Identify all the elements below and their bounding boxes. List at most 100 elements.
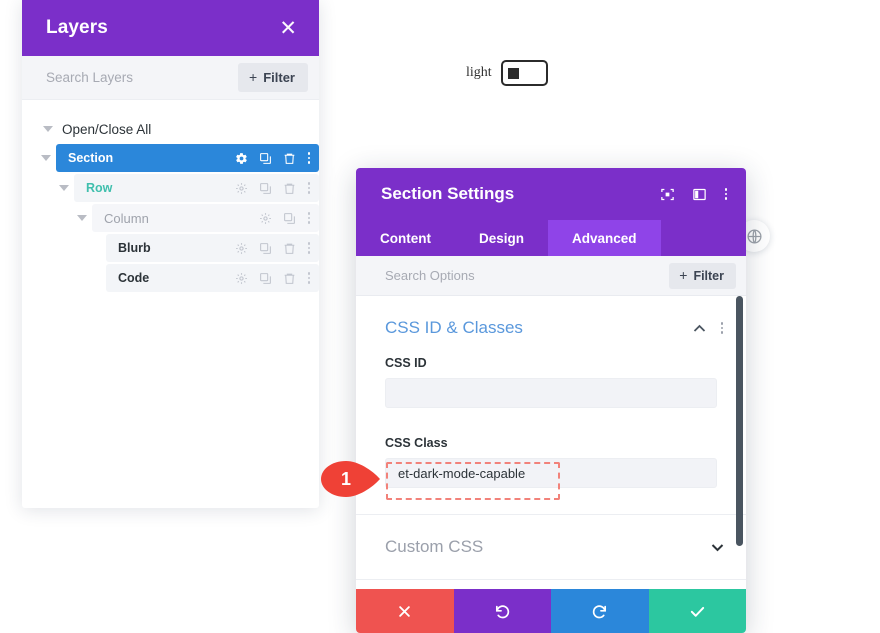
layer-node-blurb[interactable]: Blurb <box>106 234 319 262</box>
gear-icon[interactable] <box>259 212 272 225</box>
light-mode-toggle-group: light <box>466 60 548 86</box>
caret-slot <box>38 126 58 132</box>
chevron-down-icon[interactable] <box>711 543 724 552</box>
modal-body: CSS ID & Classes CSS ID CSS Class et-dar… <box>356 296 746 589</box>
modal-footer <box>356 589 746 633</box>
layers-filter-button[interactable]: + Filter <box>238 63 308 92</box>
css-class-input[interactable]: et-dark-mode-capable <box>385 458 717 488</box>
table-row[interactable]: Row <box>22 174 319 202</box>
light-toggle-label: light <box>466 65 492 80</box>
table-row[interactable]: Section <box>22 144 319 172</box>
cancel-button[interactable] <box>356 589 454 633</box>
layer-label: Row <box>86 181 113 195</box>
more-icon[interactable] <box>307 152 311 165</box>
more-icon[interactable] <box>307 272 311 285</box>
gear-icon[interactable] <box>235 152 248 165</box>
tab-advanced[interactable]: Advanced <box>548 220 661 256</box>
section-title: Custom CSS <box>385 537 484 556</box>
modal-header: Section Settings <box>356 168 746 220</box>
layer-node-code[interactable]: Code <box>106 264 319 292</box>
css-class-field-group: CSS Class et-dark-mode-capable <box>356 436 746 488</box>
layer-node-column[interactable]: Column <box>92 204 319 232</box>
more-icon[interactable] <box>307 182 311 195</box>
section-title: CSS ID & Classes <box>385 318 523 337</box>
redo-button[interactable] <box>551 589 649 633</box>
trash-icon[interactable] <box>283 152 296 165</box>
duplicate-icon[interactable] <box>259 272 272 285</box>
layer-label: Code <box>118 271 150 285</box>
chevron-down-icon[interactable] <box>59 185 69 191</box>
focus-icon[interactable] <box>660 187 675 202</box>
open-close-all-row[interactable]: Open/Close All <box>22 116 319 142</box>
light-toggle-switch[interactable] <box>500 60 548 86</box>
modal-title: Section Settings <box>381 184 515 203</box>
more-icon[interactable] <box>720 322 724 335</box>
layer-label: Column <box>104 210 149 226</box>
open-close-all-label: Open/Close All <box>62 121 152 137</box>
duplicate-icon[interactable] <box>259 182 272 195</box>
css-id-classes-header[interactable]: CSS ID & Classes <box>356 296 746 348</box>
section-settings-modal: Section Settings Content Design Advanced <box>356 168 746 633</box>
chevron-down-icon[interactable] <box>77 215 87 221</box>
chevron-up-icon[interactable] <box>693 324 706 333</box>
options-filter-button[interactable]: + Filter <box>669 262 736 289</box>
layer-node-row[interactable]: Row <box>74 174 319 202</box>
toggle-knob <box>507 67 519 79</box>
options-filter-label: Filter <box>693 268 724 283</box>
undo-button[interactable] <box>453 589 551 633</box>
section-header-tools <box>693 322 724 335</box>
caret-slot <box>36 155 56 161</box>
table-row[interactable]: Column <box>22 204 319 232</box>
layer-node-section[interactable]: Section <box>56 144 319 172</box>
caret-slot <box>72 215 92 221</box>
more-icon[interactable] <box>307 242 311 255</box>
plus-icon: + <box>249 68 258 85</box>
field-spacer <box>356 408 746 428</box>
scrollbar-thumb[interactable] <box>736 296 743 546</box>
css-class-label: CSS Class <box>385 436 448 450</box>
trash-icon[interactable] <box>283 242 296 255</box>
annotation-marker-number: 1 <box>340 468 351 489</box>
plus-icon: + <box>679 266 688 283</box>
layers-panel-header: Layers ✕ <box>22 0 319 56</box>
layers-search-bar: Search Layers + Filter <box>22 56 319 100</box>
modal-tabs: Content Design Advanced <box>356 220 746 256</box>
layer-label: Blurb <box>118 241 151 255</box>
css-id-input[interactable] <box>385 378 717 408</box>
duplicate-icon[interactable] <box>259 242 272 255</box>
annotation-marker-1: 1 <box>320 460 386 498</box>
caret-slot <box>54 185 74 191</box>
chevron-down-icon[interactable] <box>41 155 51 161</box>
close-icon[interactable]: ✕ <box>279 18 297 39</box>
tab-design[interactable]: Design <box>455 220 548 256</box>
table-row[interactable]: Code <box>22 264 319 292</box>
layer-tools <box>235 242 311 255</box>
layout-icon[interactable] <box>692 187 707 202</box>
more-icon[interactable] <box>307 212 311 225</box>
modal-header-icons <box>660 187 728 202</box>
css-id-label: CSS ID <box>385 356 427 370</box>
css-id-field-group: CSS ID <box>356 356 746 408</box>
layer-tools <box>235 272 311 285</box>
table-row[interactable]: Blurb <box>22 234 319 262</box>
custom-css-section-header[interactable]: Custom CSS <box>356 515 746 580</box>
layers-panel-title: Layers <box>46 17 108 38</box>
tab-content[interactable]: Content <box>356 220 455 256</box>
layer-tools <box>235 182 311 195</box>
layers-filter-label: Filter <box>263 70 295 85</box>
search-options-input[interactable]: Search Options <box>385 268 475 283</box>
gear-icon[interactable] <box>235 242 248 255</box>
more-icon[interactable] <box>724 188 728 201</box>
trash-icon[interactable] <box>283 182 296 195</box>
trash-icon[interactable] <box>283 272 296 285</box>
save-button[interactable] <box>648 589 746 633</box>
duplicate-icon[interactable] <box>259 152 272 165</box>
layer-tools <box>235 152 311 165</box>
gear-icon[interactable] <box>235 272 248 285</box>
chevron-down-icon[interactable] <box>43 126 53 132</box>
options-search-bar: Search Options + Filter <box>356 256 746 296</box>
layer-label: Section <box>68 151 114 165</box>
duplicate-icon[interactable] <box>283 212 296 225</box>
gear-icon[interactable] <box>235 182 248 195</box>
search-layers-input[interactable]: Search Layers <box>46 70 133 85</box>
